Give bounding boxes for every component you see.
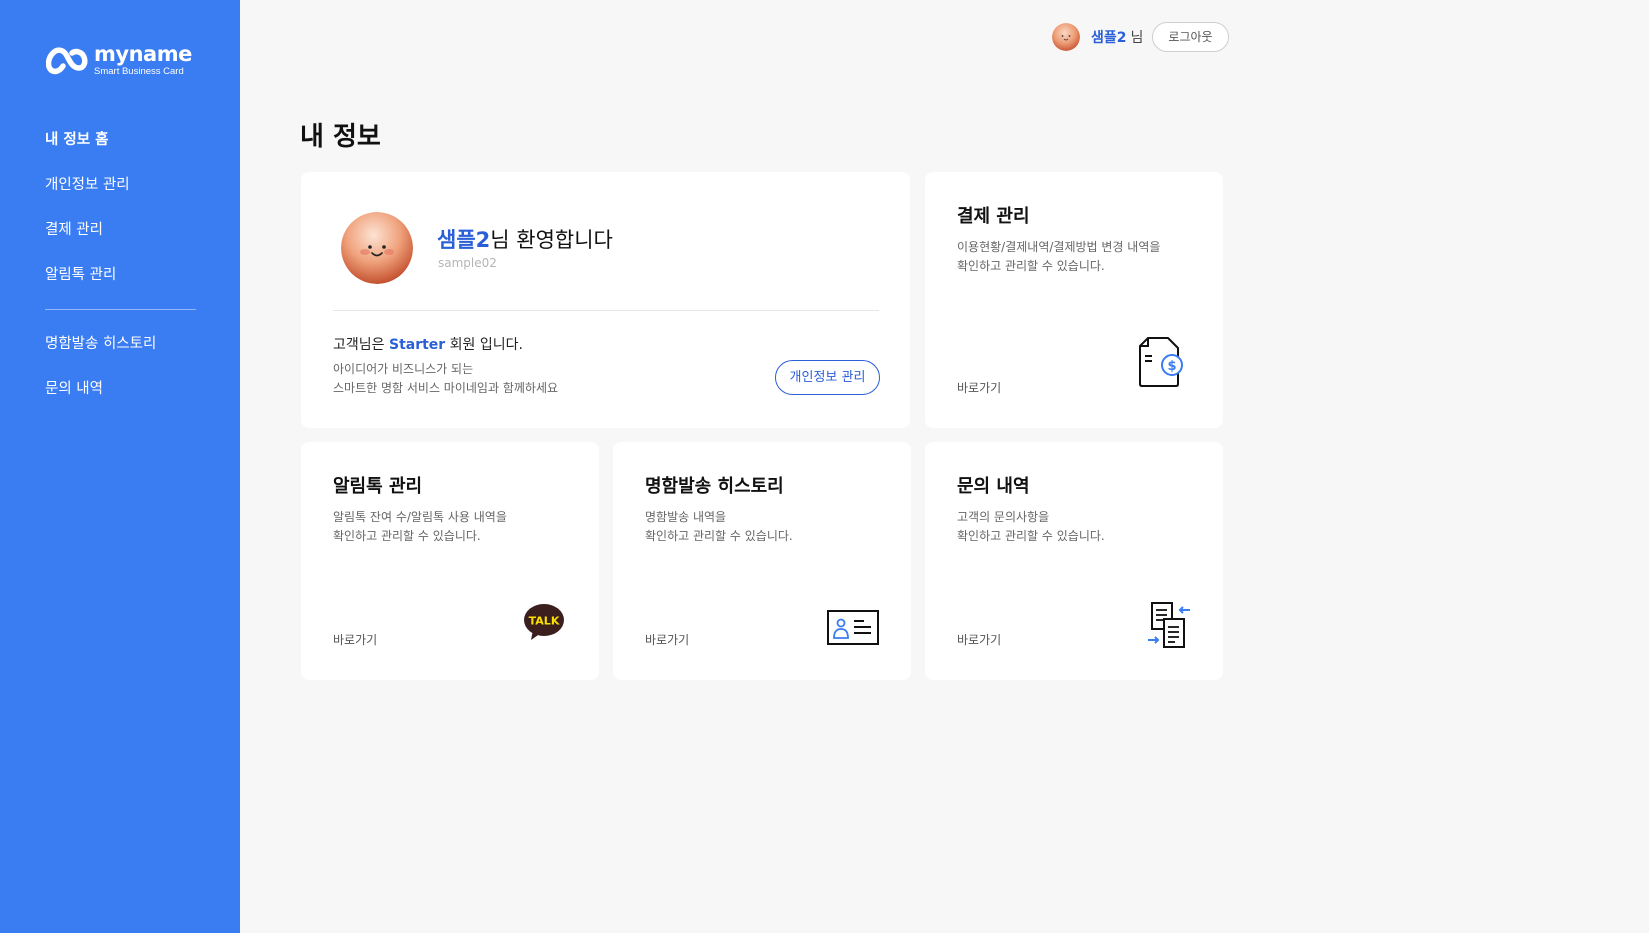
card-title: 알림톡 관리	[333, 476, 423, 497]
top-header: 샘플2 님 로그아웃	[1052, 22, 1229, 52]
header-user-name: 샘플2	[1091, 30, 1127, 46]
profile-description: 아이디어가 비즈니스가 되는 스마트한 명함 서비스 마이네임과 함께하세요	[333, 360, 558, 398]
kakao-talk-text: TALK	[529, 615, 560, 628]
brand-logo[interactable]: myname Smart Business Card	[46, 44, 192, 77]
header-user-suffix: 님	[1130, 30, 1144, 46]
sidebar-nav: 내 정보 홈 개인정보 관리 결제 관리 알림톡 관리 명함발송 히스토리 문의…	[45, 128, 196, 422]
logout-button[interactable]: 로그아웃	[1152, 22, 1229, 52]
card-title: 명함발송 히스토리	[645, 476, 784, 497]
inquiry-go-link[interactable]: 바로가기	[957, 631, 1001, 648]
avatar[interactable]	[1052, 23, 1080, 51]
history-go-link[interactable]: 바로가기	[645, 631, 689, 648]
business-card-icon	[827, 610, 879, 645]
card-title: 문의 내역	[957, 476, 1030, 497]
welcome-suffix: 님 환영합니다	[490, 228, 613, 252]
inquiry-card[interactable]: 문의 내역 고객의 문의사항을 확인하고 관리할 수 있습니다. 바로가기	[925, 442, 1223, 680]
sidebar-item-personal-info[interactable]: 개인정보 관리	[45, 173, 196, 218]
card-desc-line: 확인하고 관리할 수 있습니다.	[645, 529, 793, 543]
sidebar-item-alimtalk[interactable]: 알림톡 관리	[45, 263, 196, 308]
sidebar-item-inquiry[interactable]: 문의 내역	[45, 377, 196, 422]
card-history-card[interactable]: 명함발송 히스토리 명함발송 내역을 확인하고 관리할 수 있습니다. 바로가기	[613, 442, 911, 680]
card-desc-line: 확인하고 관리할 수 있습니다.	[957, 259, 1105, 273]
profile-divider	[333, 310, 879, 311]
card-desc-line: 이용현황/결제내역/결제방법 변경 내역을	[957, 240, 1161, 254]
card-description: 이용현황/결제내역/결제방법 변경 내역을 확인하고 관리할 수 있습니다.	[957, 238, 1160, 276]
manage-personal-info-button[interactable]: 개인정보 관리	[775, 360, 880, 395]
sidebar: myname Smart Business Card 내 정보 홈 개인정보 관…	[0, 0, 240, 933]
card-description: 고객의 문의사항을 확인하고 관리할 수 있습니다.	[957, 508, 1105, 546]
sidebar-item-my-info-home[interactable]: 내 정보 홈	[45, 128, 196, 173]
card-title: 결제 관리	[957, 206, 1030, 227]
card-desc-line: 명함발송 내역을	[645, 510, 727, 524]
profile-avatar	[341, 212, 413, 284]
card-desc-line: 고객의 문의사항을	[957, 510, 1050, 524]
sidebar-item-payment[interactable]: 결제 관리	[45, 218, 196, 263]
welcome-message: 샘플2님 환영합니다	[437, 224, 613, 254]
brand-name: myname	[94, 42, 192, 66]
sidebar-item-card-history[interactable]: 명함발송 히스토리	[45, 332, 196, 377]
profile-desc-line: 스마트한 명함 서비스 마이네임과 함께하세요	[333, 381, 559, 395]
page-title: 내 정보	[300, 122, 381, 152]
svg-text:$: $	[1167, 359, 1176, 374]
payment-go-link[interactable]: 바로가기	[957, 379, 1001, 396]
card-desc-line: 알림톡 잔여 수/알림톡 사용 내역을	[333, 510, 507, 524]
logo-mark-icon	[46, 47, 88, 75]
membership-status: 고객님은 Starter 회원 입니다.	[333, 334, 523, 354]
membership-suffix: 회원 입니다.	[445, 337, 523, 353]
card-description: 알림톡 잔여 수/알림톡 사용 내역을 확인하고 관리할 수 있습니다.	[333, 508, 507, 546]
card-desc-line: 확인하고 관리할 수 있습니다.	[957, 529, 1105, 543]
payment-card[interactable]: 결제 관리 이용현황/결제내역/결제방법 변경 내역을 확인하고 관리할 수 있…	[925, 172, 1223, 428]
profile-card: 샘플2님 환영합니다 sample02 고객님은 Starter 회원 입니다.…	[301, 172, 910, 428]
documents-exchange-icon	[1148, 602, 1190, 648]
membership-tier: Starter	[388, 337, 446, 353]
brand-tagline: Smart Business Card	[94, 66, 184, 77]
profile-desc-line: 아이디어가 비즈니스가 되는	[333, 362, 474, 376]
alimtalk-go-link[interactable]: 바로가기	[333, 631, 377, 648]
user-id: sample02	[438, 256, 497, 270]
kakao-talk-icon: TALK	[524, 604, 564, 640]
welcome-user-name: 샘플2	[437, 228, 491, 252]
membership-prefix: 고객님은	[333, 337, 389, 353]
sidebar-divider	[45, 309, 196, 310]
card-description: 명함발송 내역을 확인하고 관리할 수 있습니다.	[645, 508, 793, 546]
invoice-dollar-icon: $	[1139, 337, 1183, 387]
card-desc-line: 확인하고 관리할 수 있습니다.	[333, 529, 481, 543]
alimtalk-card[interactable]: 알림톡 관리 알림톡 잔여 수/알림톡 사용 내역을 확인하고 관리할 수 있습…	[301, 442, 599, 680]
